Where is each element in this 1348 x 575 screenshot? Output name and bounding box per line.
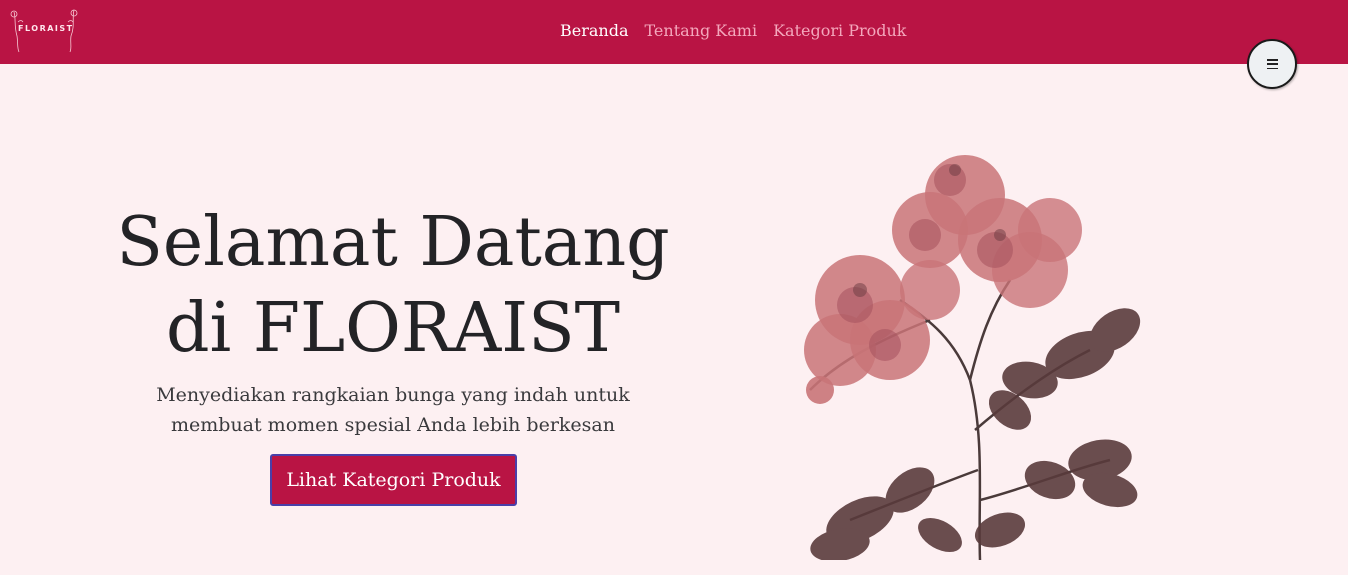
hero-subtitle-line-2: membuat momen spesial Anda lebih berkesa… bbox=[171, 414, 615, 436]
hero-subtitle-line-1: Menyediakan rangkaian bunga yang indah u… bbox=[156, 384, 630, 406]
hero-title-line-1: Selamat Datang bbox=[116, 203, 670, 282]
nav-link-kategori-produk[interactable]: Kategori Produk bbox=[773, 21, 906, 40]
hero-title: Selamat Datang di FLORAIST bbox=[100, 200, 686, 372]
brand-logo[interactable]: FLORAIST bbox=[8, 8, 82, 54]
nav-link-tentang-kami[interactable]: Tentang Kami bbox=[645, 21, 758, 40]
top-navbar: FLORAIST Beranda Tentang Kami Kategori P… bbox=[0, 0, 1348, 64]
view-product-categories-button[interactable]: Lihat Kategori Produk bbox=[270, 454, 517, 506]
logo-text: FLORAIST bbox=[18, 24, 74, 33]
rose-bouquet-illustration bbox=[804, 155, 1141, 560]
menu-toggle-button[interactable] bbox=[1247, 39, 1297, 89]
hero-title-line-2: di FLORAIST bbox=[165, 289, 621, 368]
hamburger-icon bbox=[1266, 59, 1278, 69]
nav-link-beranda[interactable]: Beranda bbox=[560, 21, 629, 40]
main-nav: Beranda Tentang Kami Kategori Produk bbox=[560, 21, 907, 40]
hero-subtitle: Menyediakan rangkaian bunga yang indah u… bbox=[120, 380, 666, 440]
